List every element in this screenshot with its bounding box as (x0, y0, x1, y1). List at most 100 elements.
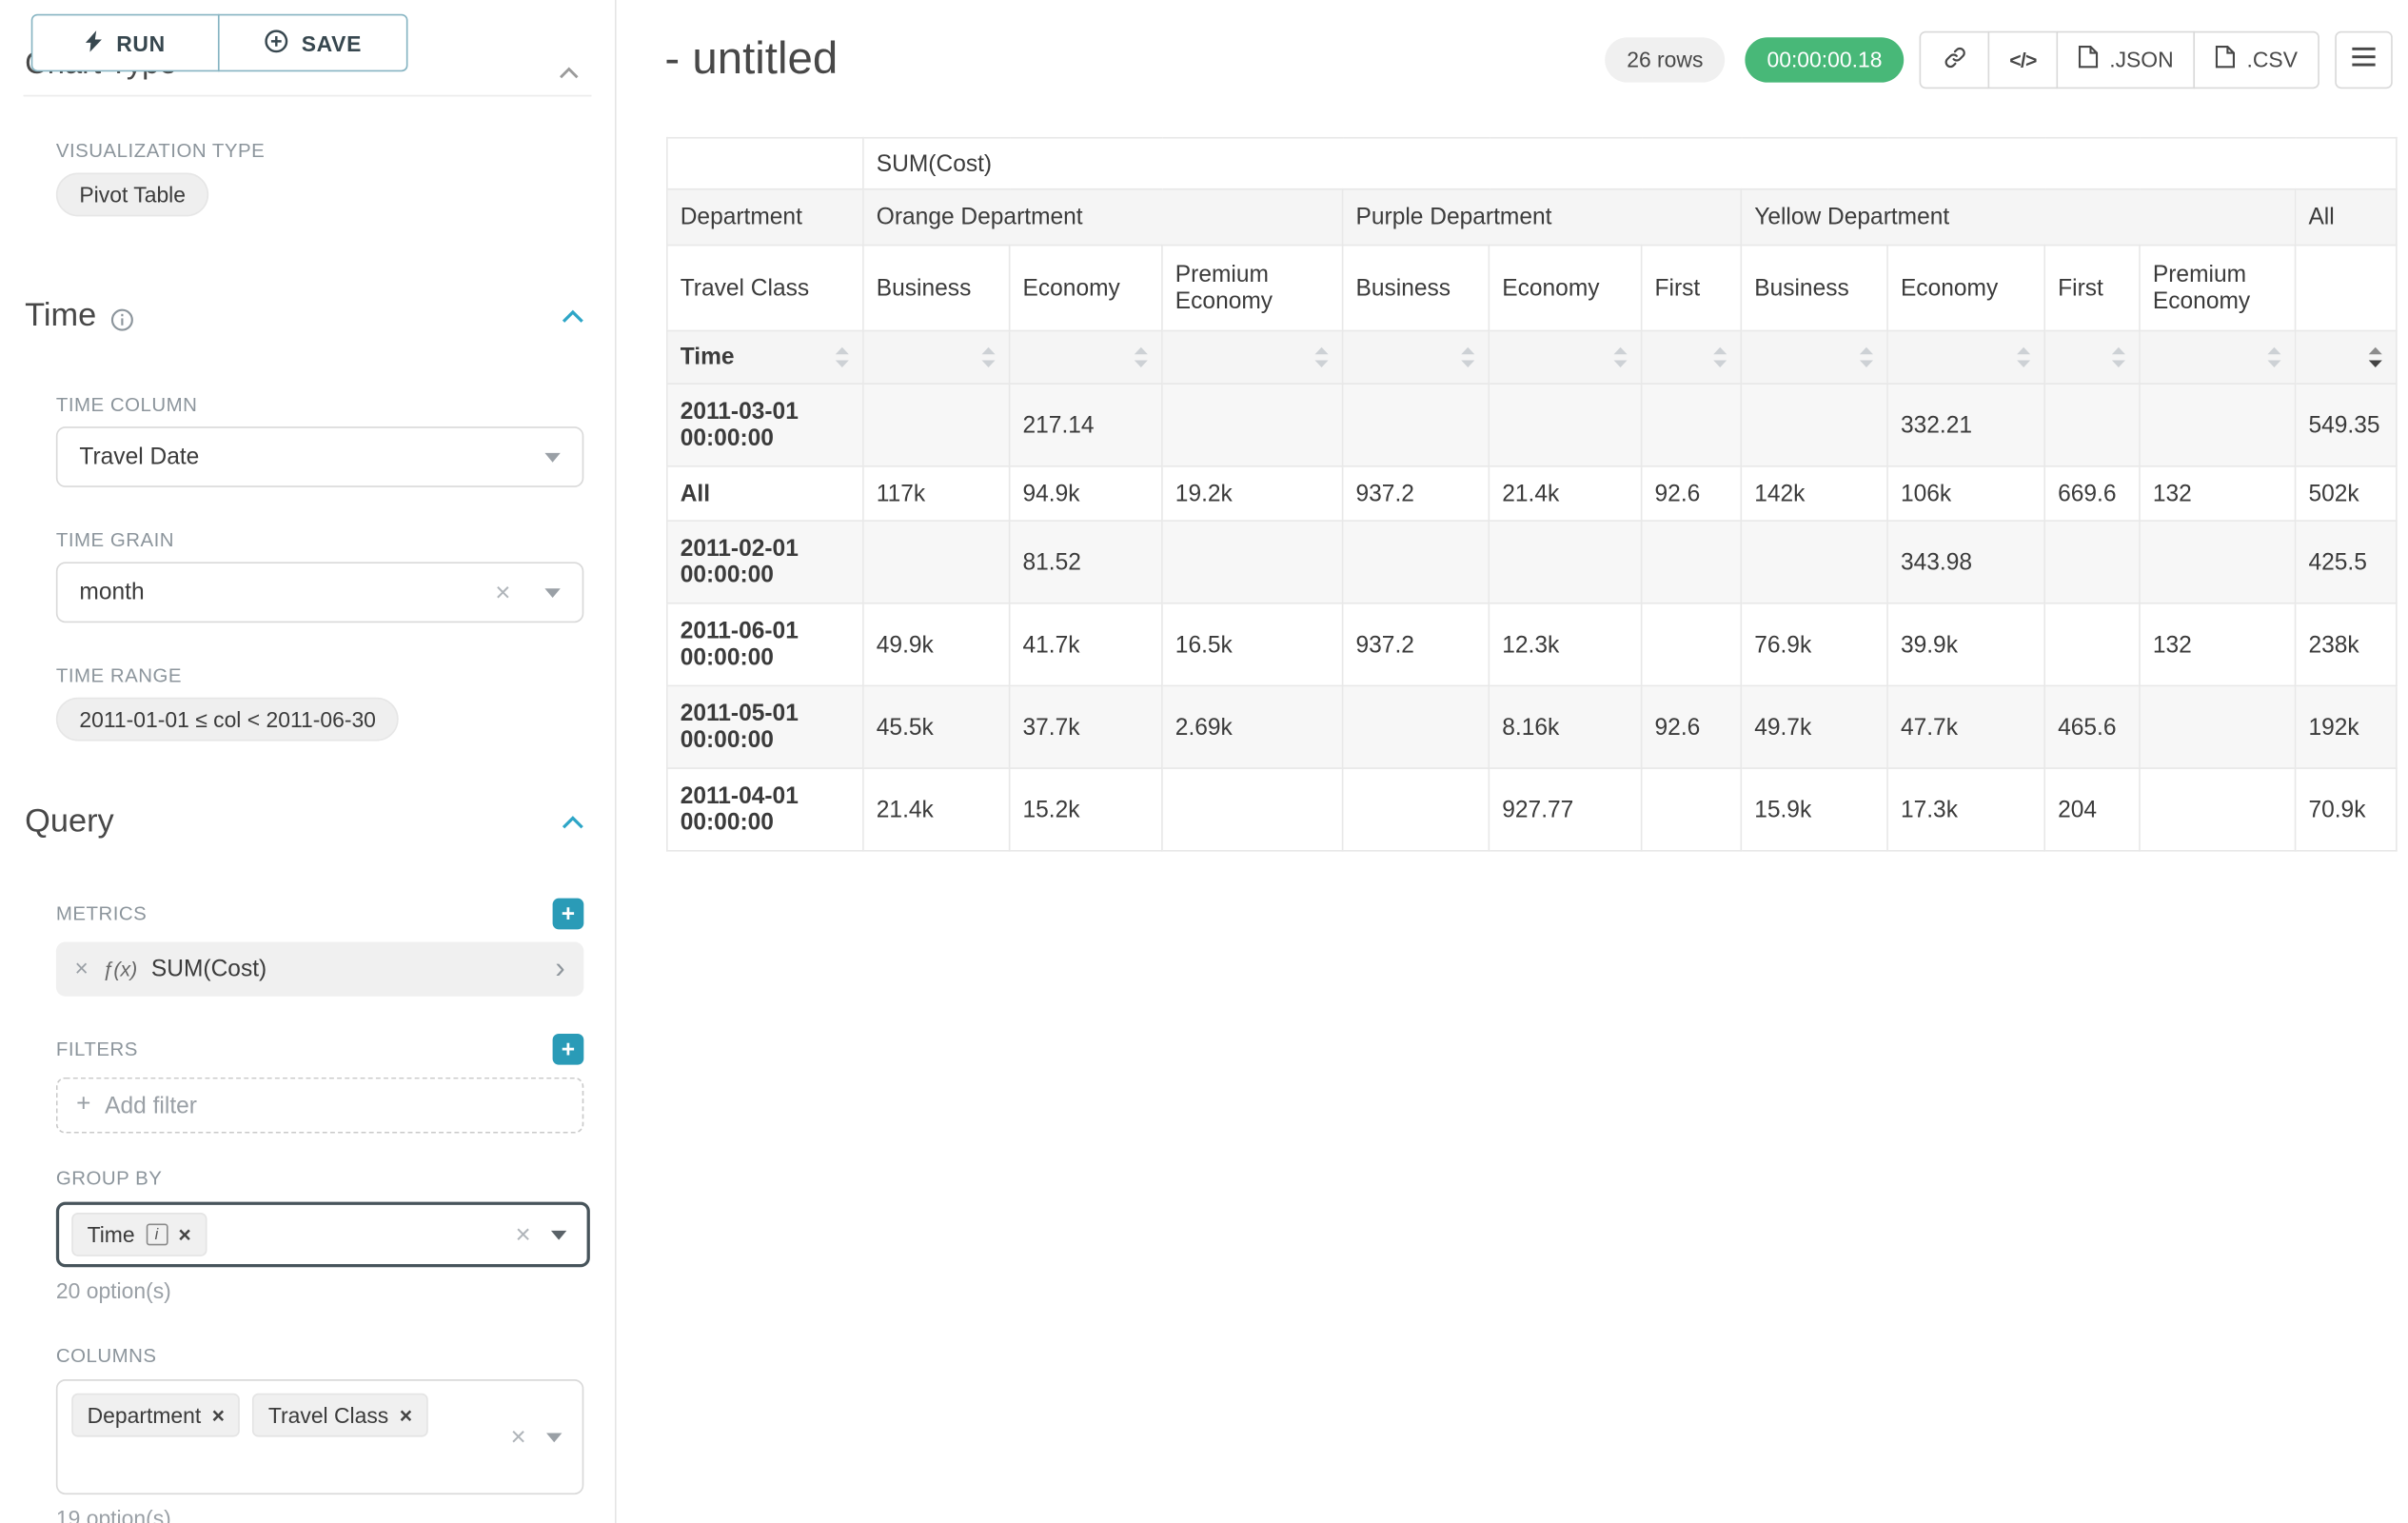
pivot-sort-time-header[interactable]: Time (667, 331, 863, 385)
time-grain-select[interactable]: month × (56, 562, 583, 623)
hamburger-icon (2352, 47, 2376, 71)
time-grain-label: TIME GRAIN (56, 529, 583, 551)
columns-field: COLUMNS Department × Travel Class × × 19… (56, 1345, 583, 1523)
time-section-collapse-chevron-icon[interactable] (561, 309, 585, 324)
metric-pill[interactable]: × ƒ(x) SUM(Cost) › (56, 941, 583, 996)
pivot-metric-header: SUM(Cost) (863, 138, 2397, 189)
info-circle-icon[interactable] (110, 307, 134, 331)
time-column-label: TIME COLUMN (56, 394, 583, 416)
chart-menu-button[interactable] (2335, 30, 2393, 89)
explore-control-panel: Chart Type RUN SAVE VISUALIZATION TYPE P… (0, 0, 617, 1523)
add-filter-plus-button[interactable]: + (553, 1034, 584, 1065)
group-by-label: GROUP BY (56, 1168, 583, 1190)
pivot-sort-column-header[interactable] (1887, 331, 2044, 385)
columns-chip-department[interactable]: Department × (71, 1394, 240, 1437)
app-viewport: Chart Type RUN SAVE VISUALIZATION TYPE P… (0, 0, 2408, 1523)
clear-icon[interactable]: × (511, 1424, 526, 1451)
pivot-sort-column-header[interactable] (2140, 331, 2296, 385)
copy-link-button[interactable] (1920, 30, 1990, 89)
export-csv-button[interactable]: .CSV (2194, 30, 2319, 89)
pivot-row-label: 2011-03-01 00:00:00 (667, 384, 863, 466)
pivot-subheader: Business (1741, 246, 1887, 331)
pivot-cell: 117k (863, 466, 1010, 521)
time-range-value[interactable]: 2011-01-01 ≤ col < 2011-06-30 (56, 698, 400, 742)
export-json-label: .JSON (2109, 47, 2173, 71)
query-section-collapse-chevron-icon[interactable] (561, 815, 585, 829)
pivot-sort-column-header[interactable] (863, 331, 1010, 385)
pivot-row-label: 2011-05-01 00:00:00 (667, 685, 863, 768)
pivot-corner-cell (667, 138, 863, 189)
pivot-cell (2140, 768, 2296, 851)
pivot-group-header: All (2296, 189, 2397, 246)
pivot-cell: 937.2 (1343, 466, 1490, 521)
filters-label: FILTERS (56, 1038, 138, 1060)
query-section-header: Query (25, 803, 585, 841)
run-button[interactable]: RUN (31, 14, 220, 72)
time-column-select[interactable]: Travel Date (56, 426, 583, 487)
sort-icon (980, 347, 996, 367)
time-section-header: Time (25, 297, 585, 334)
remove-metric-icon[interactable]: × (75, 958, 89, 981)
sort-icon (835, 347, 850, 367)
pivot-sort-column-header[interactable] (1642, 331, 1742, 385)
visualization-type-value[interactable]: Pivot Table (56, 173, 209, 217)
pivot-cell: 49.7k (1741, 685, 1887, 768)
pivot-cell: 132 (2140, 466, 2296, 521)
chevron-down-icon (544, 452, 560, 462)
pivot-cell: 332.21 (1887, 384, 2044, 466)
pivot-subheader: Economy (1887, 246, 2044, 331)
pivot-sort-column-header[interactable] (2296, 331, 2397, 385)
add-metric-button[interactable]: + (553, 899, 584, 930)
time-range-label: TIME RANGE (56, 664, 583, 686)
pivot-cell: 92.6 (1642, 685, 1742, 768)
pivot-sort-column-header[interactable] (1162, 331, 1343, 385)
pivot-cell: 217.14 (1010, 384, 1162, 466)
pivot-cell (1642, 521, 1742, 603)
pivot-cell: 39.9k (1887, 603, 2044, 686)
pivot-cell (1162, 384, 1343, 466)
pivot-subheader: First (2044, 246, 2140, 331)
save-button[interactable]: SAVE (218, 14, 408, 72)
pivot-sort-column-header[interactable] (1343, 331, 1490, 385)
group-by-chip-time[interactable]: Time i × (71, 1213, 207, 1256)
pivot-sort-column-header[interactable] (1010, 331, 1162, 385)
pivot-cell (1343, 768, 1490, 851)
columns-select[interactable]: Department × Travel Class × × (56, 1379, 583, 1494)
pivot-cell (1741, 521, 1887, 603)
chip-label: Travel Class (268, 1403, 388, 1428)
pivot-cell (2044, 521, 2140, 603)
chart-type-collapse-chevron-icon[interactable] (558, 59, 582, 87)
pivot-cell: 192k (2296, 685, 2397, 768)
pivot-cell (1343, 384, 1490, 466)
group-by-options-hint: 20 option(s) (56, 1278, 583, 1303)
pivot-subheader: Economy (1489, 246, 1641, 331)
pivot-cell (1162, 521, 1343, 603)
sort-icon (1313, 347, 1329, 367)
export-json-button[interactable]: .JSON (2057, 30, 2196, 89)
pivot-cell: 142k (1741, 466, 1887, 521)
section-divider (24, 95, 592, 97)
pivot-data-row: 2011-03-01 00:00:00217.14332.21549.35 (667, 384, 2397, 466)
chevron-down-icon (551, 1230, 566, 1239)
pivot-sort-column-header[interactable] (1741, 331, 1887, 385)
remove-chip-icon[interactable]: × (212, 1403, 225, 1428)
pivot-dim-department: Department (667, 189, 863, 246)
time-grain-field: TIME GRAIN month × (56, 529, 583, 623)
pivot-sort-column-header[interactable] (2044, 331, 2140, 385)
view-query-button[interactable]: </> (1988, 30, 2059, 89)
chevron-right-icon: › (555, 955, 564, 984)
add-filter-box[interactable]: + Add filter (56, 1078, 583, 1134)
pivot-cell: 937.2 (1343, 603, 1490, 686)
group-by-select[interactable]: Time i × × (56, 1202, 590, 1268)
clear-icon[interactable]: × (495, 579, 510, 605)
pivot-sort-column-header[interactable] (1489, 331, 1641, 385)
pivot-cell: 19.2k (1162, 466, 1343, 521)
remove-chip-icon[interactable]: × (400, 1403, 412, 1428)
clear-icon[interactable]: × (515, 1221, 530, 1248)
query-timer-badge: 00:00:00.18 (1746, 36, 1905, 81)
columns-chip-travel-class[interactable]: Travel Class × (253, 1394, 428, 1437)
remove-chip-icon[interactable]: × (178, 1222, 190, 1247)
chip-label: Department (88, 1403, 202, 1428)
chart-title: - untitled (664, 33, 838, 85)
pivot-cell: 47.7k (1887, 685, 2044, 768)
